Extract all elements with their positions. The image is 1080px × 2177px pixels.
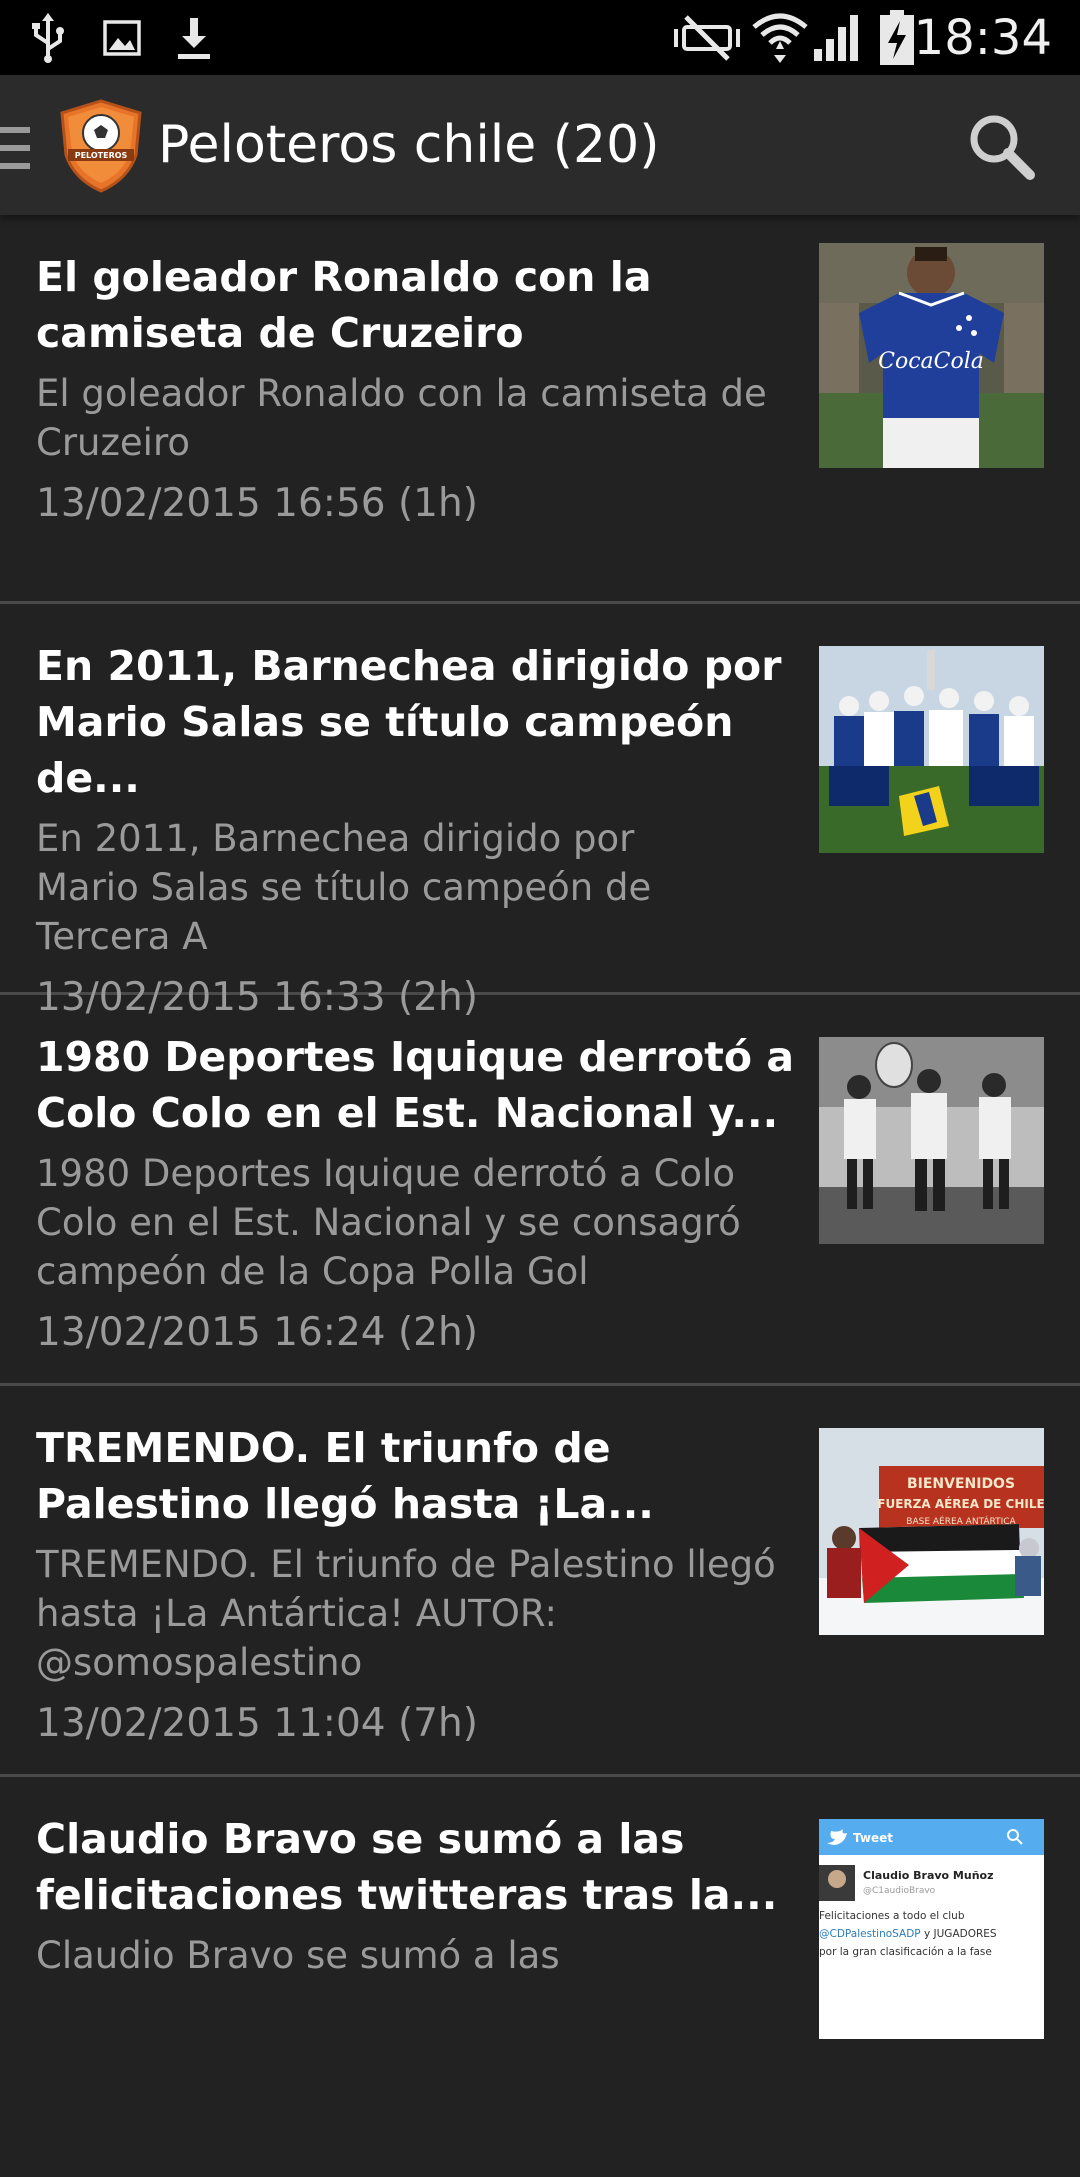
tweet-line-2: y JUGADORES: [921, 1928, 997, 1940]
download-icon: [176, 0, 212, 75]
drawer-icon[interactable]: [0, 125, 32, 171]
item-title: En 2011, Barnechea dirigido por Mario Sa…: [36, 642, 782, 802]
tweet-header: Tweet: [853, 1831, 893, 1845]
item-title: TREMENDO. El triunfo de Palestino llegó …: [36, 1424, 654, 1528]
app-logo[interactable]: PELOTEROS: [58, 99, 144, 193]
item-thumbnail[interactable]: [819, 646, 1044, 853]
tweet-user-name: Claudio Bravo Muñoz: [863, 1869, 994, 1882]
sign-line-1: BIENVENIDOS: [907, 1476, 1015, 1492]
item-thumbnail[interactable]: Tweet Claudio Bravo Muñoz @C1audioBravo …: [819, 1819, 1044, 2039]
item-thumbnail[interactable]: [819, 1037, 1044, 1244]
item-timestamp: 13/02/2015 11:04 (7h): [36, 1701, 478, 1746]
item-title: 1980 Deportes Iquique derrotó a Colo Col…: [36, 1033, 794, 1137]
tweet-line-1: Felicitaciones a todo el club: [819, 1910, 965, 1922]
list-item[interactable]: Claudio Bravo se sumó a las felicitacion…: [0, 1777, 1080, 2177]
list-item[interactable]: El goleador Ronaldo con la camiseta de C…: [0, 215, 1080, 604]
item-description: El goleador Ronaldo con la camiseta de C…: [36, 372, 767, 464]
item-timestamp: 13/02/2015 16:56 (1h): [36, 481, 478, 526]
page-title: Peloteros chile (20): [158, 115, 660, 175]
item-description: Claudio Bravo se sumó a las: [36, 1934, 560, 1977]
status-bar: 18:34: [0, 0, 1080, 75]
image-icon: [103, 0, 141, 75]
mute-icon: [672, 0, 742, 75]
tweet-mention: @CDPalestinoSADP: [819, 1928, 921, 1940]
item-title: El goleador Ronaldo con la camiseta de C…: [36, 253, 652, 357]
item-description: TREMENDO. El triunfo de Palestino llegó …: [36, 1543, 776, 1684]
tweet-user-handle: @C1audioBravo: [863, 1886, 936, 1896]
list-item[interactable]: 1980 Deportes Iquique derrotó a Colo Col…: [0, 995, 1080, 1386]
wifi-icon: [752, 0, 808, 75]
usb-icon: [30, 0, 66, 75]
item-timestamp: 13/02/2015 16:24 (2h): [36, 1310, 478, 1355]
search-icon[interactable]: [966, 111, 1036, 181]
item-thumbnail[interactable]: CocaCola: [819, 243, 1044, 468]
logo-text: PELOTEROS: [75, 151, 128, 160]
tweet-line-3: por la gran clasificación a la fase: [819, 1946, 992, 1958]
item-title: Claudio Bravo se sumó a las felicitacion…: [36, 1815, 778, 1919]
shirt-text: CocaCola: [878, 349, 984, 374]
item-description: En 2011, Barnechea dirigido por Mario Sa…: [36, 817, 652, 958]
item-thumbnail[interactable]: BIENVENIDOS FUERZA AÉREA DE CHILE BASE A…: [819, 1428, 1044, 1635]
item-description: 1980 Deportes Iquique derrotó a Colo Col…: [36, 1152, 741, 1293]
battery-charging-icon: [878, 0, 916, 75]
svg-text:@CDPalestinoSADP y JUGADORES: @CDPalestinoSADP y JUGADORES: [819, 1928, 997, 1940]
status-time: 18:34: [913, 9, 1052, 66]
signal-icon: [812, 0, 862, 75]
list-item[interactable]: TREMENDO. El triunfo de Palestino llegó …: [0, 1386, 1080, 1777]
news-feed: El goleador Ronaldo con la camiseta de C…: [0, 215, 1080, 2177]
action-bar: PELOTEROS Peloteros chile (20): [0, 75, 1080, 215]
sign-line-2: FUERZA AÉREA DE CHILE: [877, 1496, 1044, 1511]
list-item[interactable]: En 2011, Barnechea dirigido por Mario Sa…: [0, 604, 1080, 1020]
